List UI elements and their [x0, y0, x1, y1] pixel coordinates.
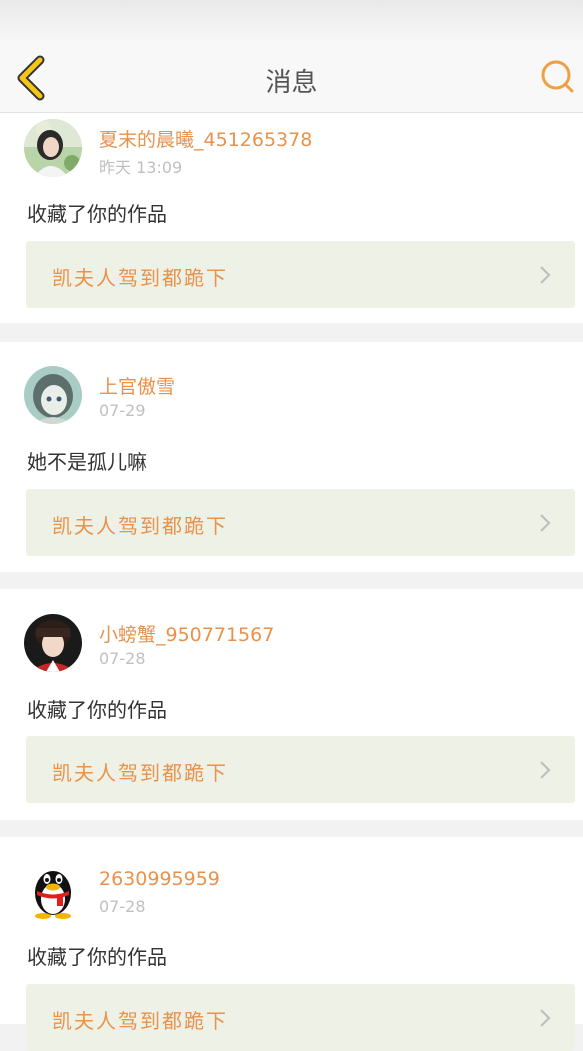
message-time: 07-28: [99, 897, 146, 916]
message-card[interactable]: 上官傲雪 07-29 她不是孤儿嘛 凯夫人驾到都跪下: [0, 342, 583, 572]
chevron-right-icon: [540, 514, 551, 532]
user-name[interactable]: 2630995959: [99, 868, 220, 890]
user-name[interactable]: 小螃蟹_950771567: [99, 620, 274, 647]
message-text: 收藏了你的作品: [27, 202, 167, 226]
search-icon[interactable]: [539, 58, 577, 96]
work-link[interactable]: 凯夫人驾到都跪下: [26, 489, 575, 556]
message-time: 07-29: [99, 401, 146, 420]
work-link[interactable]: 凯夫人驾到都跪下: [26, 984, 575, 1051]
user-name[interactable]: 夏末的晨曦_451265378: [99, 125, 312, 152]
message-card[interactable]: 夏末的晨曦_451265378 昨天 13:09 收藏了你的作品 凯夫人驾到都跪…: [0, 113, 583, 323]
qq-penguin-icon[interactable]: [24, 861, 82, 919]
app-header: 消息: [0, 44, 583, 113]
chevron-right-icon: [540, 761, 551, 779]
message-time: 07-28: [99, 649, 146, 668]
user-avatar[interactable]: [24, 614, 82, 672]
message-time: 昨天 13:09: [99, 158, 183, 177]
chevron-right-icon: [540, 1009, 551, 1027]
work-title: 凯夫人驾到都跪下: [52, 1009, 228, 1033]
page-title: 消息: [265, 68, 318, 98]
work-link[interactable]: 凯夫人驾到都跪下: [26, 241, 575, 308]
user-name[interactable]: 上官傲雪: [99, 372, 175, 399]
work-title: 凯夫人驾到都跪下: [52, 266, 228, 290]
message-text: 收藏了你的作品: [27, 698, 167, 722]
status-bar: [0, 0, 583, 44]
message-text: 她不是孤儿嘛: [27, 450, 147, 474]
user-avatar[interactable]: [24, 366, 82, 424]
work-title: 凯夫人驾到都跪下: [52, 761, 228, 785]
message-text: 收藏了你的作品: [27, 945, 167, 969]
work-title: 凯夫人驾到都跪下: [52, 514, 228, 538]
message-card[interactable]: 2630995959 07-28 收藏了你的作品 凯夫人驾到都跪下: [0, 837, 583, 1051]
chevron-right-icon: [540, 266, 551, 284]
work-link[interactable]: 凯夫人驾到都跪下: [26, 736, 575, 803]
message-card[interactable]: 小螃蟹_950771567 07-28 收藏了你的作品 凯夫人驾到都跪下: [0, 589, 583, 820]
user-avatar[interactable]: [24, 119, 82, 177]
